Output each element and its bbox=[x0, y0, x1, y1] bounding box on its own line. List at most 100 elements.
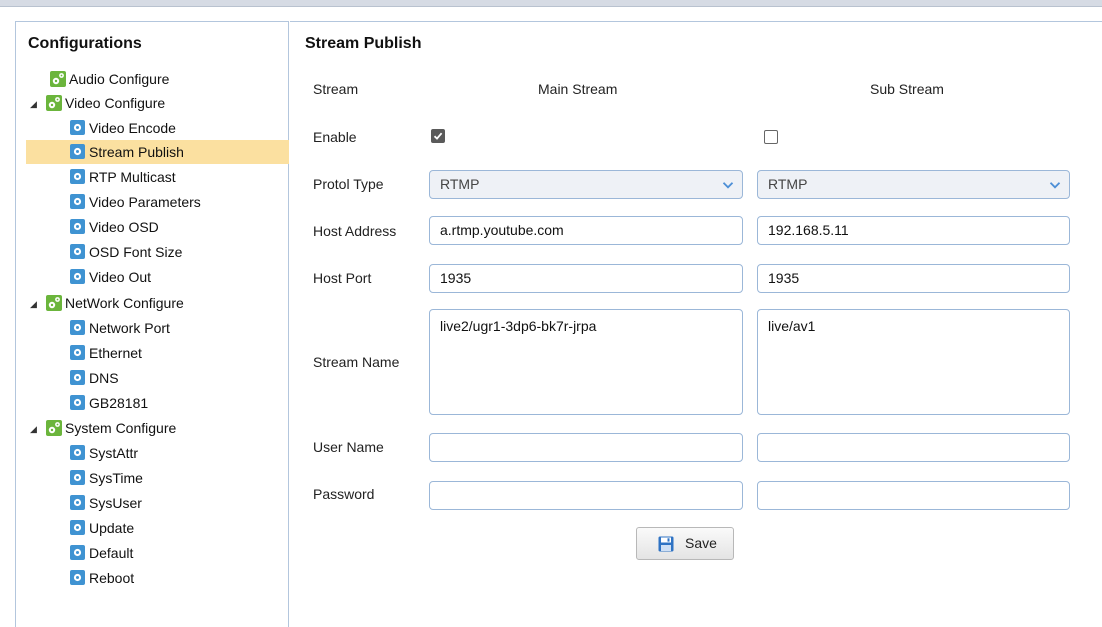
sidebar-item-systattr[interactable]: SystAttr bbox=[70, 441, 138, 465]
stream-name-label: Stream Name bbox=[313, 354, 400, 370]
sidebar-item-network-configure[interactable]: ◢ NetWork Configure bbox=[30, 291, 184, 315]
sidebar-item-video-encode[interactable]: Video Encode bbox=[70, 116, 176, 140]
sub-stream-enable-checkbox[interactable] bbox=[764, 130, 778, 144]
sidebar-item-label: Network Port bbox=[89, 320, 170, 336]
settings-icon bbox=[70, 167, 85, 184]
sidebar-item-video-out[interactable]: Video Out bbox=[70, 265, 151, 289]
sidebar-item-systime[interactable]: SysTime bbox=[70, 466, 143, 490]
main-stream-protocol-select[interactable]: RTMP bbox=[429, 170, 743, 199]
main-stream-host-port-input[interactable]: 1935 bbox=[429, 264, 743, 293]
save-button[interactable]: Save bbox=[636, 527, 734, 560]
settings-icon bbox=[70, 568, 85, 585]
sidebar-item-audio-configure[interactable]: Audio Configure bbox=[50, 67, 169, 91]
sidebar-item-label: SystAttr bbox=[89, 445, 139, 461]
sidebar-title: Configurations bbox=[28, 35, 142, 52]
sub-stream-name-textarea[interactable]: live/av1 bbox=[757, 309, 1070, 415]
sidebar-item-gb28181[interactable]: GB28181 bbox=[70, 391, 148, 415]
sidebar-item-label: Update bbox=[89, 520, 135, 536]
settings-icon bbox=[70, 468, 85, 485]
user-name-label: User Name bbox=[313, 439, 384, 455]
sidebar-item-rtp-multicast[interactable]: RTP Multicast bbox=[70, 165, 176, 189]
host-port-label: Host Port bbox=[313, 270, 372, 286]
sidebar-item-video-parameters[interactable]: Video Parameters bbox=[70, 190, 201, 214]
main-stream-heading: Main Stream bbox=[538, 81, 618, 97]
settings-icon bbox=[70, 343, 85, 360]
save-button-label: Save bbox=[685, 535, 717, 551]
sidebar-item-video-osd[interactable]: Video OSD bbox=[70, 215, 159, 239]
settings-icon bbox=[70, 318, 85, 335]
expand-triangle-icon[interactable]: ◢ bbox=[30, 292, 40, 316]
config-gear-icon bbox=[46, 94, 62, 111]
sidebar-item-label: NetWork Configure bbox=[65, 295, 184, 311]
sidebar-item-label: Video Parameters bbox=[89, 194, 201, 210]
settings-icon bbox=[70, 393, 85, 410]
main-stream-password-input[interactable] bbox=[429, 481, 743, 510]
sidebar-item-label: Stream Publish bbox=[89, 144, 184, 160]
sub-stream-protocol-select[interactable]: RTMP bbox=[757, 170, 1070, 199]
host-address-label: Host Address bbox=[313, 223, 397, 239]
chevron-down-icon bbox=[722, 182, 734, 189]
sidebar-item-label: Video Out bbox=[89, 269, 152, 285]
sub-stream-password-input[interactable] bbox=[757, 481, 1070, 510]
config-gear-icon bbox=[50, 70, 66, 87]
main-stream-name-textarea[interactable]: live2/ugr1-3dp6-bk7r-jrpa bbox=[429, 309, 743, 415]
sub-stream-user-name-input[interactable] bbox=[757, 433, 1070, 462]
settings-icon bbox=[70, 242, 85, 259]
main-stream-protocol-value: RTMP bbox=[440, 176, 480, 192]
protocol-label: Protol Type bbox=[313, 176, 384, 192]
expand-triangle-icon[interactable]: ◢ bbox=[30, 417, 40, 441]
sidebar-item-osd-font-size[interactable]: OSD Font Size bbox=[70, 240, 182, 264]
settings-icon bbox=[70, 493, 85, 510]
chevron-down-icon bbox=[1049, 182, 1061, 189]
sidebar-item-label: GB28181 bbox=[89, 395, 149, 411]
sub-stream-host-address-input[interactable]: 192.168.5.11 bbox=[757, 216, 1070, 245]
sidebar-item-ethernet[interactable]: Ethernet bbox=[70, 341, 142, 365]
settings-icon bbox=[70, 267, 85, 284]
config-gear-icon bbox=[46, 419, 62, 436]
main-stream-enable-checkbox[interactable] bbox=[431, 129, 445, 143]
expand-triangle-icon[interactable]: ◢ bbox=[30, 92, 40, 116]
sidebar: Configurations Audio Configure ◢ Video C… bbox=[15, 21, 289, 627]
sidebar-item-label: OSD Font Size bbox=[89, 244, 183, 260]
top-bar bbox=[0, 0, 1102, 7]
sidebar-item-network-port[interactable]: Network Port bbox=[70, 316, 170, 340]
sidebar-item-default[interactable]: Default bbox=[70, 541, 133, 565]
main-stream-user-name-input[interactable] bbox=[429, 433, 743, 462]
stream-publish-panel: Stream Publish Stream Main Stream Sub St… bbox=[290, 21, 1102, 627]
sidebar-item-label: RTP Multicast bbox=[89, 169, 176, 185]
settings-icon bbox=[70, 518, 85, 535]
enable-label: Enable bbox=[313, 129, 357, 145]
sidebar-item-update[interactable]: Update bbox=[70, 516, 134, 540]
sidebar-item-label: DNS bbox=[89, 370, 119, 386]
settings-icon bbox=[70, 217, 85, 234]
sidebar-item-label: Audio Configure bbox=[69, 71, 170, 87]
sidebar-item-label: Default bbox=[89, 545, 134, 561]
config-gear-icon bbox=[46, 294, 62, 311]
sub-stream-protocol-value: RTMP bbox=[768, 176, 808, 192]
sidebar-item-stream-publish[interactable]: Stream Publish bbox=[26, 140, 289, 164]
stream-label: Stream bbox=[313, 81, 359, 97]
sidebar-item-sysuser[interactable]: SysUser bbox=[70, 491, 142, 515]
sidebar-item-label: System Configure bbox=[65, 420, 177, 436]
settings-icon bbox=[70, 192, 85, 209]
settings-icon bbox=[70, 118, 85, 135]
settings-icon bbox=[70, 368, 85, 385]
page-title: Stream Publish bbox=[305, 35, 422, 52]
settings-icon bbox=[70, 142, 85, 159]
sidebar-item-dns[interactable]: DNS bbox=[70, 366, 119, 390]
sidebar-item-label: Reboot bbox=[89, 570, 135, 586]
settings-icon bbox=[70, 543, 85, 560]
sidebar-item-label: Video Configure bbox=[65, 95, 166, 111]
password-label: Password bbox=[313, 486, 375, 502]
sidebar-item-video-configure[interactable]: ◢ Video Configure bbox=[30, 91, 165, 115]
sidebar-item-reboot[interactable]: Reboot bbox=[70, 566, 134, 590]
sidebar-item-system-configure[interactable]: ◢ System Configure bbox=[30, 416, 176, 440]
sub-stream-host-port-input[interactable]: 1935 bbox=[757, 264, 1070, 293]
sidebar-item-label: Video Encode bbox=[89, 120, 176, 136]
floppy-disk-icon bbox=[658, 536, 674, 552]
main-stream-host-address-input[interactable]: a.rtmp.youtube.com bbox=[429, 216, 743, 245]
sub-stream-heading: Sub Stream bbox=[870, 81, 944, 97]
settings-icon bbox=[70, 443, 85, 460]
sidebar-item-label: Video OSD bbox=[89, 219, 159, 235]
sidebar-item-label: Ethernet bbox=[89, 345, 142, 361]
